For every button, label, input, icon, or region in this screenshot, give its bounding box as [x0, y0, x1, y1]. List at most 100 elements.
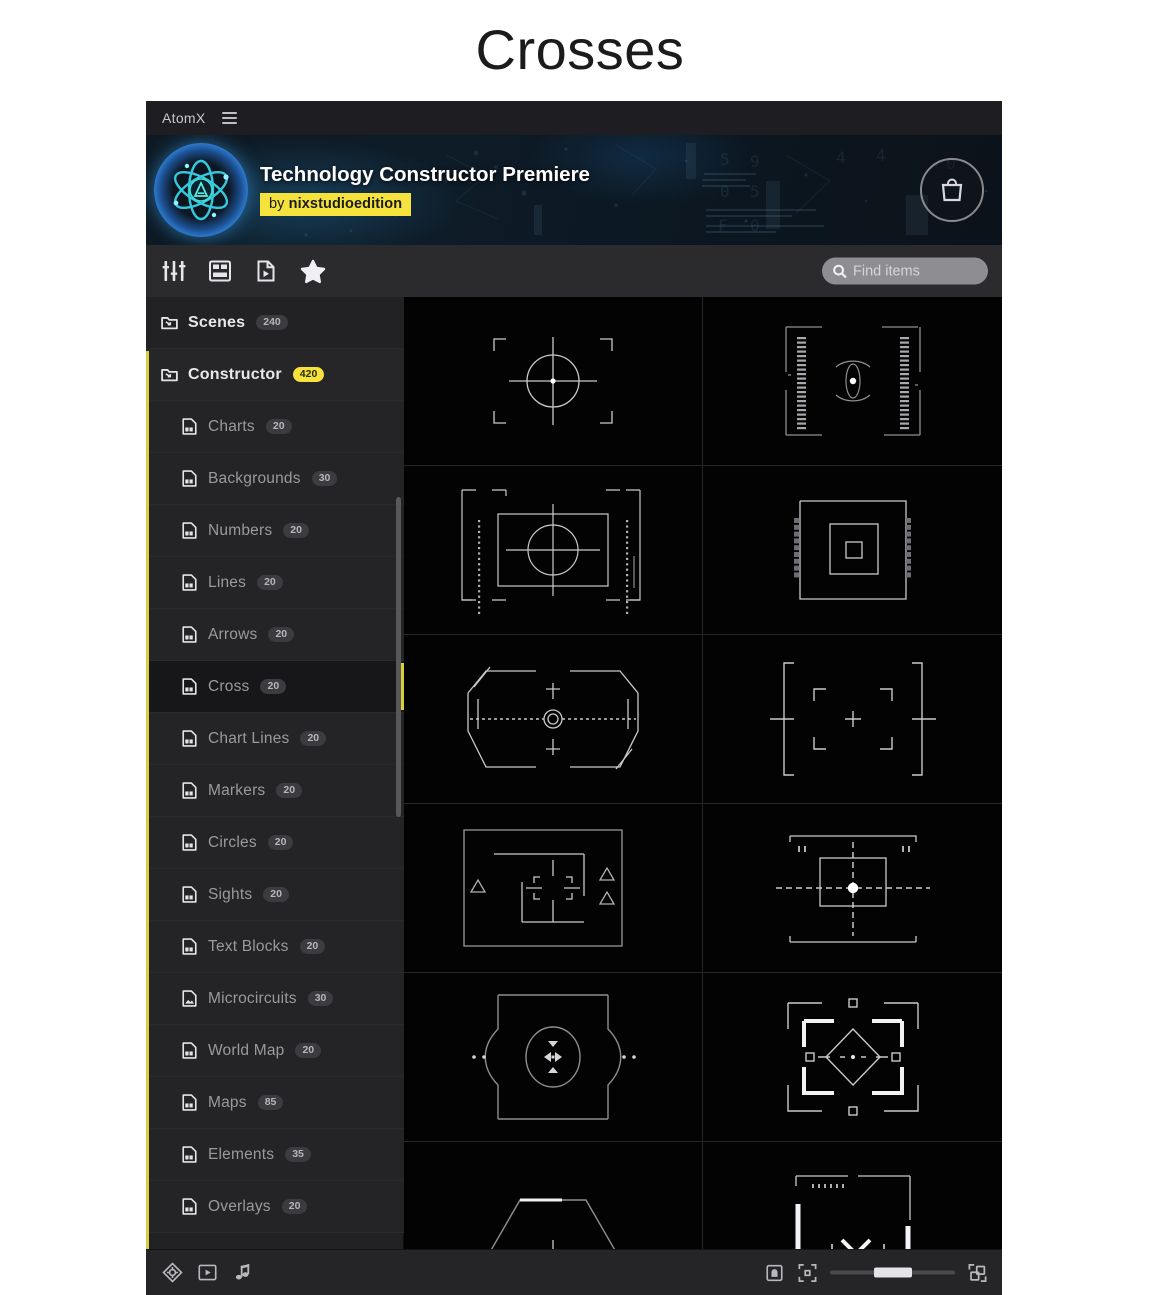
sidebar-item-scenes[interactable]: Scenes 240 — [146, 297, 404, 349]
fit-frame-icon[interactable] — [797, 1262, 818, 1283]
search-placeholder: Find items — [853, 263, 920, 279]
sidebar-item-count: 20 — [263, 886, 289, 903]
sidebar-item-count: 420 — [292, 366, 325, 383]
file-anim-icon — [180, 417, 199, 436]
sidebar-item-label: Circles — [208, 833, 257, 851]
simple-bracket-cross-icon — [728, 635, 978, 804]
sidebar-item-world-map[interactable]: World Map 20 — [146, 1025, 404, 1077]
sidebar-item-label: Charts — [208, 417, 255, 435]
sidebar-item-elements[interactable]: Elements 35 — [146, 1129, 404, 1181]
shopping-bag-icon[interactable] — [920, 158, 984, 222]
sidebar-item-constructor[interactable]: Constructor 420 — [146, 349, 404, 401]
triangle-markers-reticle-icon — [428, 804, 678, 973]
thumbnail-cross-09[interactable] — [404, 973, 703, 1142]
main-body: Scenes 240 Constructor 420 Charts 20 Backgr… — [146, 297, 1002, 1249]
sidebar-item-count: 20 — [281, 1198, 308, 1215]
layout-list-icon[interactable] — [208, 259, 232, 283]
sidebar-item-cross[interactable]: Cross 20 — [146, 661, 404, 713]
zoom-slider[interactable] — [830, 1267, 955, 1278]
hamburger-icon[interactable] — [221, 112, 237, 124]
thumbnail-cross-08[interactable] — [703, 804, 1002, 973]
dotted-axis-dot-icon — [728, 804, 978, 973]
thumbnail-cross-12[interactable] — [703, 1142, 1002, 1249]
atom-logo-icon — [154, 143, 248, 237]
svg-text:0: 0 — [750, 216, 760, 235]
svg-text:4: 4 — [876, 146, 886, 165]
transform-icon[interactable] — [162, 1262, 183, 1283]
thumbnail-cross-11[interactable] — [404, 1142, 703, 1249]
sidebar-item-count: 35 — [285, 1146, 311, 1163]
sidebar-item-count: 20 — [299, 938, 326, 955]
file-video-icon[interactable] — [254, 259, 278, 283]
author-name: nixstudioedition — [288, 196, 403, 212]
search-icon — [833, 264, 847, 278]
zoom-slider-handle[interactable] — [874, 1267, 912, 1278]
sidebar-item-count: 20 — [295, 1042, 322, 1059]
sidebar-item-label: Numbers — [208, 521, 273, 539]
music-note-icon[interactable] — [232, 1262, 253, 1283]
lock-icon[interactable] — [764, 1262, 785, 1283]
sidebar-item-label: Constructor — [188, 365, 282, 383]
sidebar-item-microcircuits[interactable]: Microcircuits 30 — [146, 973, 404, 1025]
sidebar-item-charts[interactable]: Charts 20 — [146, 401, 404, 453]
thumbnail-cross-03[interactable] — [404, 466, 703, 635]
sidebar-item-backgrounds[interactable]: Backgrounds 30 — [146, 453, 404, 505]
sidebar-item-label: Chart Lines — [208, 729, 290, 747]
titlebar: AtomX — [146, 101, 1002, 135]
star-icon[interactable] — [300, 258, 326, 284]
sidebar-item-numbers[interactable]: Numbers 20 — [146, 505, 404, 557]
file-anim-icon — [180, 729, 199, 748]
sidebar-item-count: 20 — [265, 418, 292, 435]
equalizer-icon[interactable] — [162, 259, 186, 283]
search-input[interactable]: Find items — [822, 257, 988, 285]
sidebar-item-maps[interactable]: Maps 85 — [146, 1077, 404, 1129]
thumbnail-cross-05[interactable] — [404, 635, 703, 804]
thumbnail-cross-07[interactable] — [404, 804, 703, 973]
file-anim-icon — [180, 781, 199, 800]
thumbnail-cross-06[interactable] — [703, 635, 1002, 804]
file-anim-icon — [180, 1041, 199, 1060]
x-mark-frame-icon — [728, 1142, 978, 1249]
file-anim-icon — [180, 469, 199, 488]
bottom-bar — [146, 1249, 1002, 1295]
expand-icon[interactable] — [967, 1262, 988, 1283]
rounded-frame-arrows-icon — [428, 973, 678, 1142]
category-sidebar: Scenes 240 Constructor 420 Charts 20 Backgr… — [146, 297, 404, 1249]
sidebar-item-chart-lines[interactable]: Chart Lines 20 — [146, 713, 404, 765]
product-banner: 59 05 F0 44 0 Technology Constructor Pre… — [146, 135, 1002, 245]
sidebar-item-overlays[interactable]: Overlays 20 — [146, 1181, 404, 1233]
sidebar-item-label: Cross — [208, 677, 250, 695]
svg-text:5: 5 — [720, 150, 730, 169]
sidebar-scrollbar[interactable] — [396, 497, 401, 817]
sidebar-item-count: 30 — [311, 470, 338, 487]
sidebar-item-label: Lines — [208, 573, 247, 591]
thumbnail-cross-02[interactable] — [703, 297, 1002, 466]
sidebar-item-sights[interactable]: Sights 20 — [146, 869, 404, 921]
svg-text:5: 5 — [750, 182, 760, 201]
sidebar-item-count: 30 — [307, 990, 334, 1007]
thumbnail-cross-04[interactable] — [703, 466, 1002, 635]
sidebar-item-markers[interactable]: Markers 20 — [146, 765, 404, 817]
sidebar-item-lines[interactable]: Lines 20 — [146, 557, 404, 609]
sidebar-item-count: 20 — [260, 678, 287, 695]
thumbnail-grid — [404, 297, 1002, 1249]
sidebar-item-label: Markers — [208, 781, 266, 799]
sidebar-item-circles[interactable]: Circles 20 — [146, 817, 404, 869]
nested-squares-frame-icon — [728, 466, 978, 635]
toolbar: Find items — [146, 245, 1002, 297]
file-anim-icon — [180, 677, 199, 696]
crosshair-double-frame-icon — [428, 466, 678, 635]
video-play-icon[interactable] — [197, 1262, 218, 1283]
sidebar-item-label: Elements — [208, 1145, 275, 1163]
sidebar-item-label: Sights — [208, 885, 253, 903]
reticle-ladder-scale-icon — [728, 297, 978, 466]
thumbnail-cross-01[interactable] — [404, 297, 703, 466]
hexagon-node-icon — [428, 1142, 678, 1249]
sidebar-item-arrows[interactable]: Arrows 20 — [146, 609, 404, 661]
thumbnail-cross-10[interactable] — [703, 973, 1002, 1142]
product-title: Technology Constructor Premiere — [260, 163, 590, 186]
file-anim-icon — [180, 573, 199, 592]
sidebar-item-label: Overlays — [208, 1197, 271, 1215]
author-badge[interactable]: by nixstudioedition — [260, 193, 412, 216]
sidebar-item-text-blocks[interactable]: Text Blocks 20 — [146, 921, 404, 973]
